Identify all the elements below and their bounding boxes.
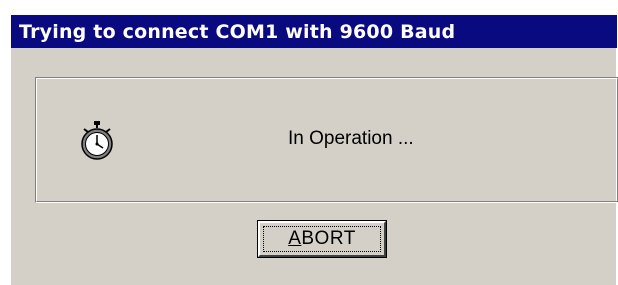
status-group-box: In Operation ... [35, 77, 618, 203]
stopwatch-icon [81, 121, 113, 160]
connection-dialog: Trying to connect COM1 with 9600 Baud In… [10, 14, 618, 285]
window-title: Trying to connect COM1 with 9600 Baud [19, 20, 456, 43]
title-bar[interactable]: Trying to connect COM1 with 9600 Baud [11, 15, 617, 48]
abort-button-label: ABORT [288, 228, 356, 249]
status-text: In Operation ... [288, 128, 414, 149]
abort-button[interactable]: ABORT [257, 220, 387, 258]
